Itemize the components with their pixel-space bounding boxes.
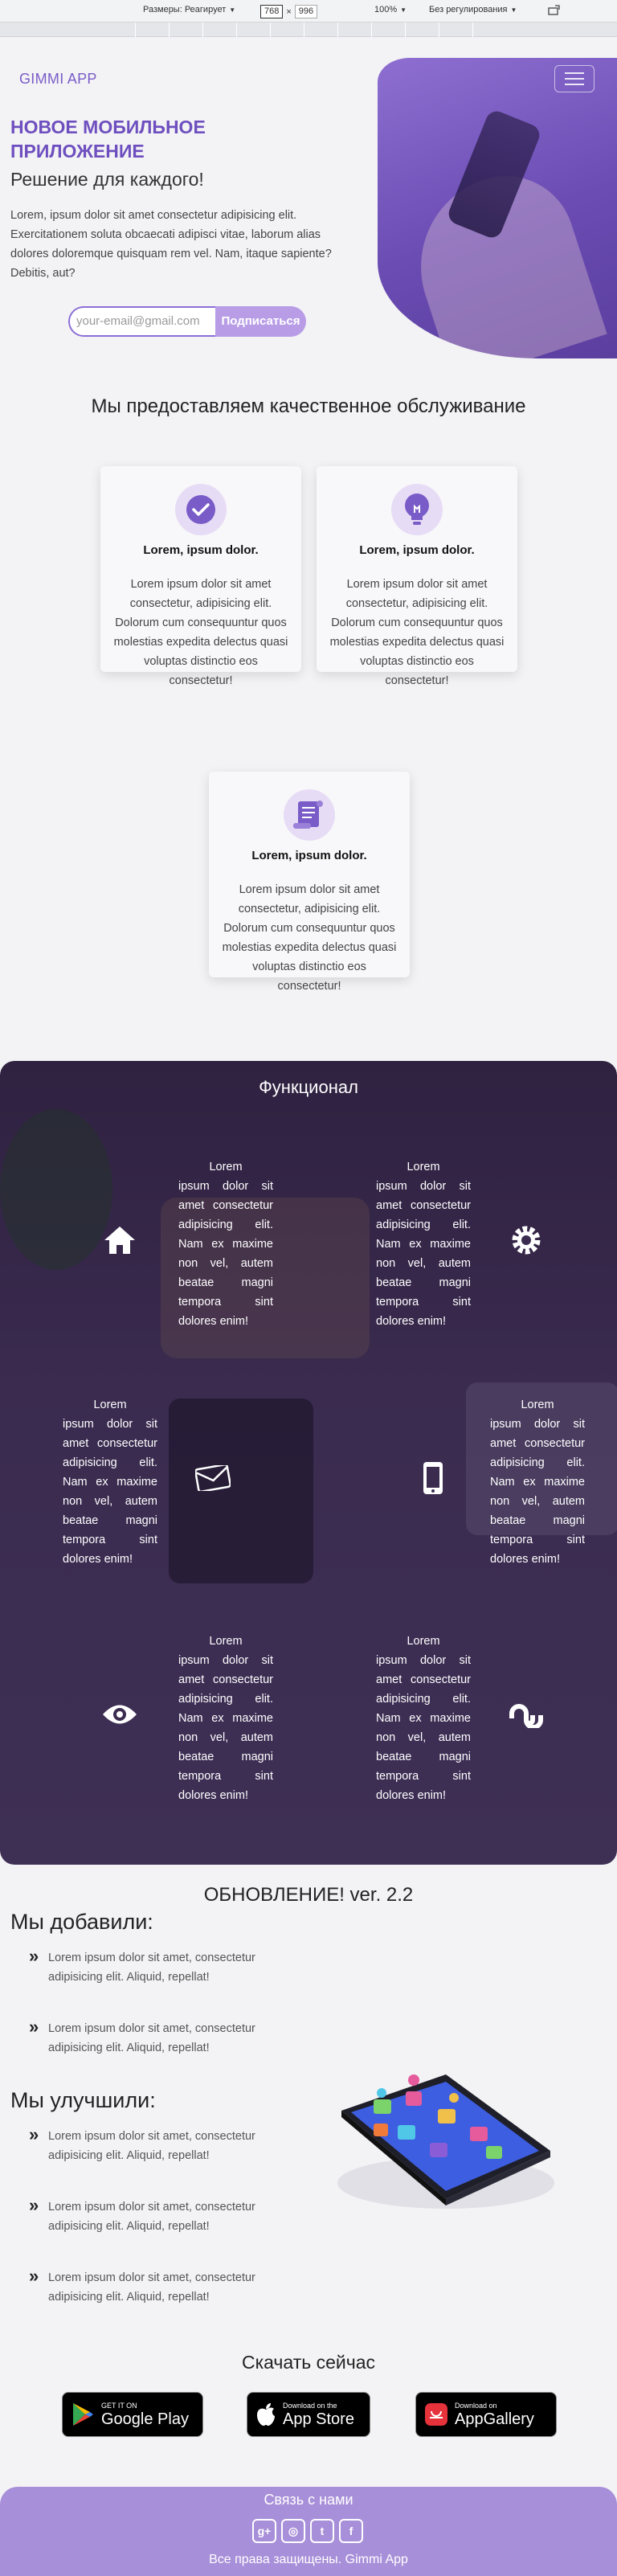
lightbulb-icon — [391, 484, 443, 535]
google-play-button[interactable]: GET IT ON Google Play — [62, 2392, 203, 2437]
eye-icon — [100, 1694, 140, 1734]
brand-logo[interactable]: GIMMI APP — [19, 71, 97, 88]
facebook-icon[interactable]: f — [339, 2519, 363, 2543]
dimensions-select[interactable]: Размеры: Реагирует ▼ — [143, 5, 235, 14]
added-heading: Мы добавили: — [10, 1910, 153, 1934]
service-card: Lorem, ipsum dolor. Lorem ipsum dolor si… — [100, 466, 301, 687]
feature-text: Lorem ipsum dolor sit amet consectetur ad… — [178, 1161, 273, 1328]
service-text: Lorem ipsum dolor sit amet consectetur, … — [329, 578, 505, 687]
rotate-button[interactable] — [548, 5, 561, 16]
zoom-label: 100% — [374, 5, 398, 14]
download-section: Скачать сейчас GET IT ON Google Play Down… — [0, 2334, 617, 2487]
feature-text: Lorem ipsum dolor sit amet consectetur ad… — [490, 1399, 585, 1566]
services-title: Мы предоставляем качественное обслуживан… — [91, 395, 526, 417]
service-text: Lorem ipsum dolor sit amet consectetur, … — [222, 883, 397, 993]
app-store-button[interactable]: Download on the App Store — [247, 2392, 370, 2437]
service-heading: Lorem, ipsum dolor. — [251, 849, 367, 862]
isometric-phone-illustration — [337, 2074, 554, 2209]
google-play-icon — [73, 2403, 93, 2426]
hero-title: НОВОЕ МОБИЛЬНОЕ ПРИЛОЖЕНИЕ — [10, 117, 206, 162]
hero-subtitle: Решение для каждого! — [10, 169, 204, 190]
home-icon — [100, 1220, 140, 1260]
list-item: » Lorem ipsum dolor sit amet, consectetur… — [29, 2266, 255, 2304]
improved-heading: Мы улучшили: — [10, 2088, 156, 2112]
feature-text: Lorem ipsum dolor sit amet consectetur ad… — [376, 1161, 471, 1328]
throttling-label: Без регулирования — [429, 5, 508, 14]
list-item: » Lorem ipsum dolor sit amet, consectetur… — [29, 1946, 255, 1984]
service-heading: Lorem, ipsum dolor. — [143, 543, 259, 557]
chevron-down-icon: ▼ — [510, 6, 517, 14]
features-section: Функционал Lorem ipsum dolor sit amet con… — [0, 1061, 617, 1865]
service-text: Lorem ipsum dolor sit amet consectetur, … — [113, 578, 288, 687]
hero-text: Lorem, ipsum dolor sit amet consectetur … — [10, 209, 332, 280]
gear-icon — [506, 1220, 546, 1260]
list-item: » Lorem ipsum dolor sit amet, consectetur… — [29, 2195, 255, 2234]
rotate-icon — [548, 5, 560, 15]
stumbleupon-icon — [506, 1694, 546, 1734]
feature-text: Lorem ipsum dolor sit amet consectetur ad… — [63, 1399, 157, 1566]
list-item: » Lorem ipsum dolor sit amet, consectetur… — [29, 2017, 255, 2055]
feature-text: Lorem ipsum dolor sit amet consectetur ad… — [178, 1635, 273, 1802]
update-section: ОБНОВЛЕНИЕ! ver. 2.2 Мы добавили: » Lorem… — [0, 1865, 617, 2334]
menu-toggle-button[interactable] — [554, 65, 595, 92]
height-input[interactable]: 996 — [294, 5, 318, 18]
footer: Связь с нами g+ ◎ t f Все права защищены… — [0, 2487, 617, 2576]
chevron-down-icon: ▼ — [400, 6, 407, 14]
contact-title: Связь с нами — [264, 2492, 353, 2508]
instagram-icon[interactable]: ◎ — [281, 2519, 305, 2543]
scroll-icon — [284, 789, 335, 841]
app-gallery-button[interactable]: Download on AppGallery — [415, 2392, 557, 2437]
media-query-ruler — [0, 23, 617, 37]
dimensions-label: Размеры: Реагирует — [143, 5, 227, 14]
envelope-icon — [193, 1458, 233, 1498]
copyright: Все права защищены. Gimmi App — [209, 2553, 408, 2566]
update-title: ОБНОВЛЕНИЕ! ver. 2.2 — [203, 1884, 414, 1906]
download-title: Скачать сейчас — [241, 2352, 376, 2373]
huawei-icon — [425, 2403, 447, 2426]
throttling-select[interactable]: Без регулирования ▼ — [429, 5, 517, 14]
twitter-icon[interactable]: t — [310, 2519, 334, 2543]
list-item: » Lorem ipsum dolor sit amet, consectetur… — [29, 2124, 255, 2163]
social-links: g+ ◎ t f — [252, 2519, 363, 2543]
subscribe-button[interactable]: Подписаться — [215, 306, 306, 337]
hero-image — [378, 58, 617, 358]
chevron-down-icon: ▼ — [229, 6, 236, 14]
feature-text: Lorem ipsum dolor sit amet consectetur ad… — [376, 1635, 471, 1802]
apple-icon — [257, 2403, 275, 2426]
google-plus-icon[interactable]: g+ — [252, 2519, 276, 2543]
zoom-select[interactable]: 100% ▼ — [374, 5, 407, 14]
check-icon — [175, 484, 227, 535]
mobile-icon — [413, 1458, 453, 1498]
hero-section: GIMMI APP НОВОЕ МОБИЛЬНОЕ ПРИЛОЖЕНИЕ Реш… — [0, 37, 617, 375]
devtools-toolbar: Размеры: Реагирует ▼ 768 × 996 100% ▼ Бе… — [0, 0, 617, 23]
service-card: Lorem, ipsum dolor. Lorem ipsum dolor si… — [209, 772, 410, 993]
times-sign: × — [286, 6, 292, 17]
features-title: Функционал — [259, 1077, 358, 1097]
service-heading: Lorem, ipsum dolor. — [359, 543, 475, 557]
email-input[interactable]: your-email@gmail.com — [68, 306, 215, 337]
subscribe-form: your-email@gmail.com Подписаться — [68, 306, 306, 337]
service-card: Lorem, ipsum dolor. Lorem ipsum dolor si… — [317, 466, 517, 687]
width-input[interactable]: 768 — [260, 5, 284, 18]
